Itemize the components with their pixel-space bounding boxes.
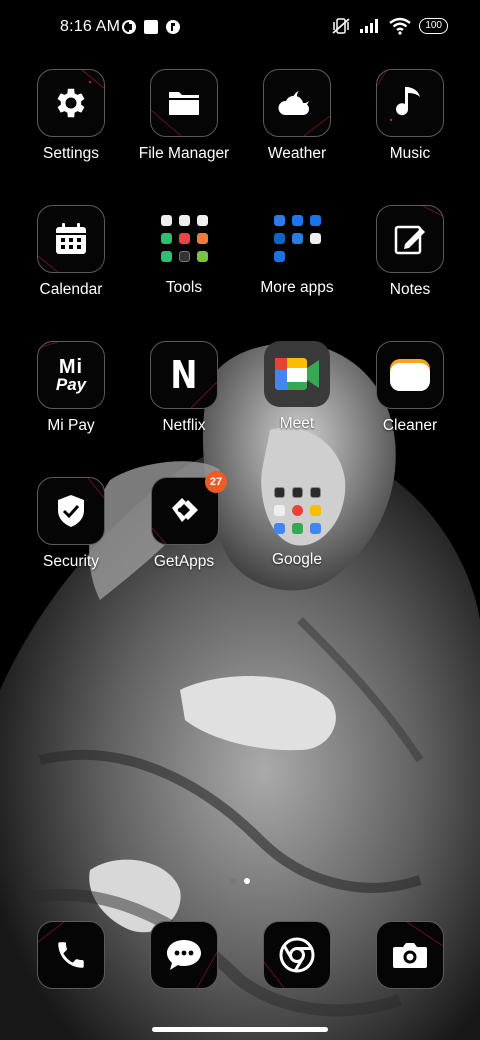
app-label: Security xyxy=(43,553,99,570)
dock-chrome[interactable] xyxy=(241,921,353,989)
wifi-icon xyxy=(389,17,412,35)
app-file-manager[interactable]: File Manager xyxy=(128,69,240,163)
folder-grid-icon xyxy=(264,205,330,271)
app-notes[interactable]: Notes xyxy=(354,205,466,299)
app-netflix[interactable]: N Netflix xyxy=(128,341,240,435)
messages-icon xyxy=(167,940,201,970)
chrome-icon xyxy=(279,937,315,973)
app-label: Calendar xyxy=(39,281,103,298)
folder-google[interactable]: Google xyxy=(241,477,353,569)
notification-app-icon xyxy=(122,20,136,34)
app-label: Notes xyxy=(389,281,431,298)
app-label: More apps xyxy=(260,279,334,296)
mi-pay-icon: Mi Pay xyxy=(55,356,87,394)
page-indicator xyxy=(0,878,480,884)
notification-badge: 27 xyxy=(205,471,227,493)
folder-more-apps[interactable]: More apps xyxy=(241,205,353,297)
app-label: Settings xyxy=(42,145,99,162)
dock-phone[interactable] xyxy=(15,921,127,989)
dock-messages[interactable] xyxy=(128,921,240,989)
folder-grid-icon xyxy=(264,477,330,543)
app-label: Meet xyxy=(279,415,315,432)
folder-icon xyxy=(169,92,199,115)
battery-indicator: 100 xyxy=(419,18,448,34)
cleaner-icon xyxy=(390,359,430,391)
app-security[interactable]: Security xyxy=(15,477,127,571)
gear-icon xyxy=(57,88,85,118)
calendar-icon xyxy=(56,223,86,254)
getapps-icon xyxy=(172,498,198,522)
app-meet[interactable]: Meet xyxy=(241,341,353,433)
app-weather[interactable]: Weather xyxy=(241,69,353,163)
app-cleaner[interactable]: Cleaner xyxy=(354,341,466,435)
home-gesture-bar[interactable] xyxy=(152,1027,328,1032)
notification-square-icon xyxy=(144,20,158,34)
app-label: File Manager xyxy=(138,145,230,162)
status-time: 8:16 AM xyxy=(60,18,121,35)
shield-icon xyxy=(58,495,84,527)
app-label: Weather xyxy=(267,145,327,162)
app-label: Google xyxy=(272,551,322,568)
app-label: Tools xyxy=(165,279,203,296)
page-dot-active[interactable] xyxy=(244,878,250,884)
app-mi-pay[interactable]: Mi Pay Mi Pay xyxy=(15,341,127,435)
music-note-icon xyxy=(396,87,420,116)
folder-tools[interactable]: Tools xyxy=(128,205,240,297)
folder-grid-icon xyxy=(151,205,217,271)
notification-app-icon-2 xyxy=(166,20,180,34)
dock-camera[interactable] xyxy=(354,921,466,989)
page-dot[interactable] xyxy=(230,878,236,884)
cloud-moon-icon xyxy=(278,91,309,115)
app-label: Netflix xyxy=(162,417,206,434)
meet-icon xyxy=(275,358,319,390)
note-pencil-icon xyxy=(394,225,425,255)
phone-icon xyxy=(58,942,84,968)
signal-icon xyxy=(360,19,379,33)
camera-icon xyxy=(393,943,427,968)
app-getapps[interactable]: 27 GetApps xyxy=(128,471,240,571)
app-label: Mi Pay xyxy=(47,417,95,434)
app-label: GetApps xyxy=(153,553,215,570)
app-label: Music xyxy=(389,145,431,162)
app-label: Cleaner xyxy=(382,417,438,434)
app-calendar[interactable]: Calendar xyxy=(15,205,127,299)
vibrate-mute-icon xyxy=(332,18,350,34)
netflix-icon: N xyxy=(170,353,198,397)
status-bar: 8:16 AM 100 xyxy=(0,0,480,56)
app-settings[interactable]: Settings xyxy=(15,69,127,163)
app-music[interactable]: Music xyxy=(354,69,466,163)
